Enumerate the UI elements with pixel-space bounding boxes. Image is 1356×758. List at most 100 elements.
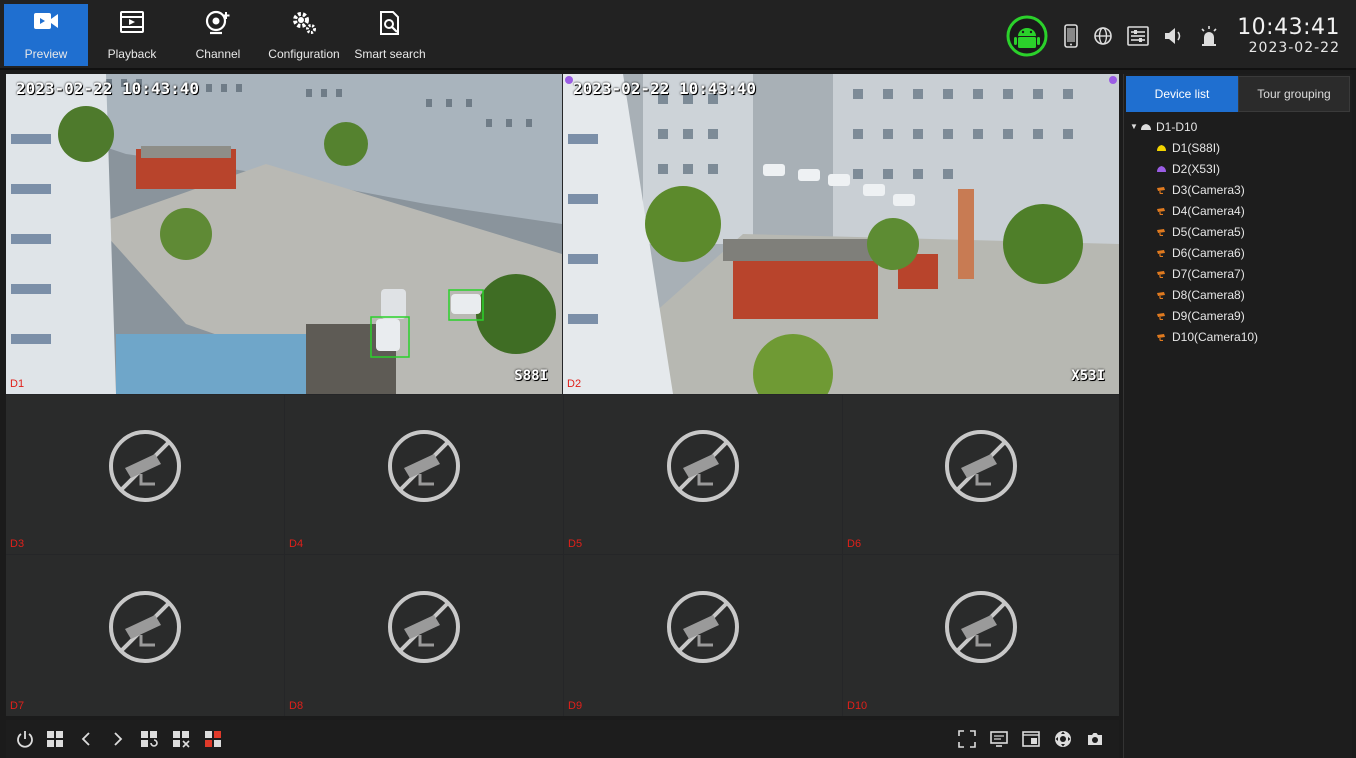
camera-offline-icon [1156,228,1170,236]
tree-device-label: D9(Camera9) [1172,308,1245,323]
tree-group-label: D1-D10 [1156,119,1198,134]
android-icon[interactable] [1005,14,1049,58]
tree-device-item[interactable]: D5(Camera5) [1130,221,1352,242]
tree-device-item[interactable]: D3(Camera3) [1130,179,1352,200]
nav-channel[interactable]: Channel [182,4,254,66]
fullscreen-icon[interactable] [958,730,976,748]
tree-device-label: D5(Camera5) [1172,224,1245,239]
nav-smart-search[interactable]: Smart search [350,4,430,66]
camera-feed-d2-image [563,74,1119,394]
tree-device-item[interactable]: D10(Camera10) [1130,326,1352,347]
video-grid: 2023-02-22 10:43:40 S88I D1 2023-02-22 1… [6,74,1119,716]
layout-switch-icon[interactable] [140,730,158,748]
channel-label: D9 [568,700,583,712]
display-icon[interactable] [990,730,1008,748]
camera-offline-icon [1156,270,1170,278]
tab-tour-grouping[interactable]: Tour grouping [1238,76,1350,112]
camera-offline-icon [1156,207,1170,215]
tree-device-item[interactable]: D9(Camera9) [1130,305,1352,326]
mobile-icon[interactable] [1063,24,1079,48]
tree-device-item[interactable]: D7(Camera7) [1130,263,1352,284]
camera-online-icon [1156,144,1170,152]
device-panel: Device list Tour grouping ▼ D1-D10 D1(S8… [1123,74,1352,758]
tree-device-item[interactable]: D1(S88I) [1130,137,1352,158]
expand-arrow-icon[interactable]: ▼ [1130,122,1140,131]
nav-playback[interactable]: Playback [96,4,168,66]
video-tile-d4[interactable]: D4 [285,395,563,554]
video-tile-d2[interactable]: 2023-02-22 10:43:40 X53I D2 [563,74,1119,394]
osd-camera-name: S88I [514,368,548,384]
channel-label: D8 [289,700,304,712]
tree-device-item[interactable]: D4(Camera4) [1130,200,1352,221]
recording-indicator [1109,76,1117,84]
panel-tabs: Device list Tour grouping [1126,76,1350,112]
video-tile-d1[interactable]: 2023-02-22 10:43:40 S88I D1 [6,74,562,394]
channel-label: D6 [847,538,862,550]
nvr-app: Preview Playback Channel Configuration S… [0,0,1356,758]
settings-panel-icon[interactable] [1127,26,1149,46]
video-tile-d10[interactable]: D10 [843,555,1119,716]
previous-icon[interactable] [78,730,96,748]
gears-icon [290,10,318,41]
nav-preview-label: Preview [24,47,68,61]
smart-search-icon [377,10,403,43]
network-icon[interactable] [1093,26,1113,46]
channel-label: D4 [289,538,304,550]
video-tile-d9[interactable]: D9 [564,555,842,716]
tree-group-d1-d10[interactable]: ▼ D1-D10 [1130,116,1352,137]
no-camera-icon [386,589,462,670]
channel-label: D10 [847,700,868,712]
snapshot-icon[interactable] [1086,730,1104,748]
camera-online-icon [1156,165,1170,173]
camera-feed-d1-image [6,74,562,394]
tree-device-label: D4(Camera4) [1172,203,1245,218]
tree-device-item[interactable]: D6(Camera6) [1130,242,1352,263]
camera-icon [33,10,59,37]
layout-quad-icon[interactable] [204,730,222,748]
layout-grid-icon[interactable] [46,730,64,748]
osd-timestamp: 2023-02-22 10:43:40 [16,79,200,98]
tree-device-label: D10(Camera10) [1172,329,1259,344]
tree-device-item[interactable]: D2(X53I) [1130,158,1352,179]
device-tree: ▼ D1-D10 D1(S88I) D2(X53I) D3(Camera3) D4(C… [1124,112,1352,347]
clock-date: 2023-02-22 [1248,40,1340,56]
add-channel-icon [204,10,232,41]
camera-offline-icon [1156,249,1170,257]
tree-device-label: D2(X53I) [1172,161,1221,176]
ptz-icon[interactable] [1054,730,1072,748]
power-icon[interactable] [16,730,34,748]
no-camera-icon [107,428,183,509]
top-navigation-bar: Preview Playback Channel Configuration S… [0,0,1356,70]
window-icon[interactable] [1022,730,1040,748]
tree-device-label: D6(Camera6) [1172,245,1245,260]
nav-smart-search-label: Smart search [354,47,426,61]
video-tile-d6[interactable]: D6 [843,395,1119,554]
channel-label: D3 [10,538,25,550]
camera-offline-icon [1156,312,1170,320]
bottom-toolbar [6,720,1119,758]
nav-channel-label: Channel [195,47,241,61]
video-tile-d5[interactable]: D5 [564,395,842,554]
clock-time: 10:43:41 [1237,15,1340,40]
video-tile-d3[interactable]: D3 [6,395,284,554]
osd-camera-name: X53I [1071,368,1105,384]
channel-label: D5 [568,538,583,550]
tree-device-item[interactable]: D8(Camera8) [1130,284,1352,305]
tree-device-label: D1(S88I) [1172,140,1221,155]
channel-label: D7 [10,700,25,712]
no-camera-icon [107,589,183,670]
volume-icon[interactable] [1163,26,1185,46]
video-tile-d7[interactable]: D7 [6,555,284,716]
osd-timestamp: 2023-02-22 10:43:40 [573,79,757,98]
next-icon[interactable] [108,730,126,748]
video-tile-d8[interactable]: D8 [285,555,563,716]
channel-label: D1 [10,378,25,390]
clock: 10:43:41 2023-02-22 [1237,15,1340,57]
alarm-icon[interactable] [1199,25,1219,47]
layout-custom-icon[interactable] [172,730,190,748]
no-camera-icon [943,428,1019,509]
tab-device-list[interactable]: Device list [1126,76,1238,112]
nav-preview[interactable]: Preview [4,4,88,66]
tree-device-label: D8(Camera8) [1172,287,1245,302]
nav-configuration[interactable]: Configuration [264,4,344,66]
